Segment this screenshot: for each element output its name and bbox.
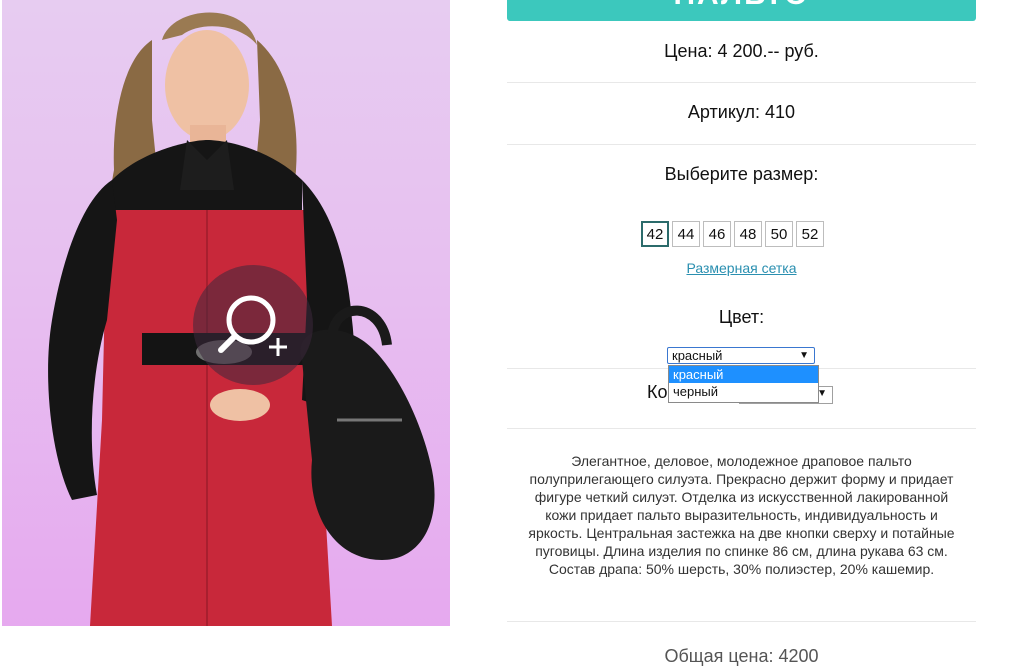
size-option-46[interactable]: 46 — [703, 221, 731, 247]
divider — [507, 621, 976, 622]
color-dropdown-list: красный черный — [668, 365, 819, 403]
size-chart-link[interactable]: Размерная сетка — [507, 260, 976, 276]
price-text: Цена: 4 200.-- руб. — [664, 41, 819, 61]
product-photo[interactable] — [2, 0, 450, 626]
size-heading: Выберите размер: — [664, 164, 819, 184]
divider — [507, 144, 976, 145]
total-price: Общая цена: 4200 — [664, 646, 819, 666]
size-option-50[interactable]: 50 — [765, 221, 793, 247]
size-option-42[interactable]: 42 — [641, 221, 669, 247]
quantity-label: Ко — [647, 382, 668, 402]
size-option-44[interactable]: 44 — [672, 221, 700, 247]
triangle-down-icon: ▼ — [799, 350, 809, 361]
color-heading: Цвет: — [718, 307, 765, 327]
divider — [507, 428, 976, 429]
size-selector: 42 44 46 48 50 52 — [641, 221, 824, 247]
color-select-value: красный — [672, 348, 723, 363]
product-title-bar: ПАЛЬТО — [507, 0, 976, 21]
article-text: Артикул: 410 — [687, 102, 796, 122]
divider — [507, 82, 976, 83]
product-description: Элегантное, деловое, молодежное драповое… — [528, 453, 955, 577]
magnifier-plus-icon — [218, 295, 287, 356]
zoom-overlay[interactable] — [193, 265, 313, 385]
size-option-52[interactable]: 52 — [796, 221, 824, 247]
color-option-red[interactable]: красный — [669, 366, 818, 383]
color-select[interactable]: красный ▼ — [667, 347, 815, 364]
product-title: ПАЛЬТО — [507, 0, 976, 12]
color-option-black[interactable]: черный — [669, 383, 818, 400]
size-option-48[interactable]: 48 — [734, 221, 762, 247]
